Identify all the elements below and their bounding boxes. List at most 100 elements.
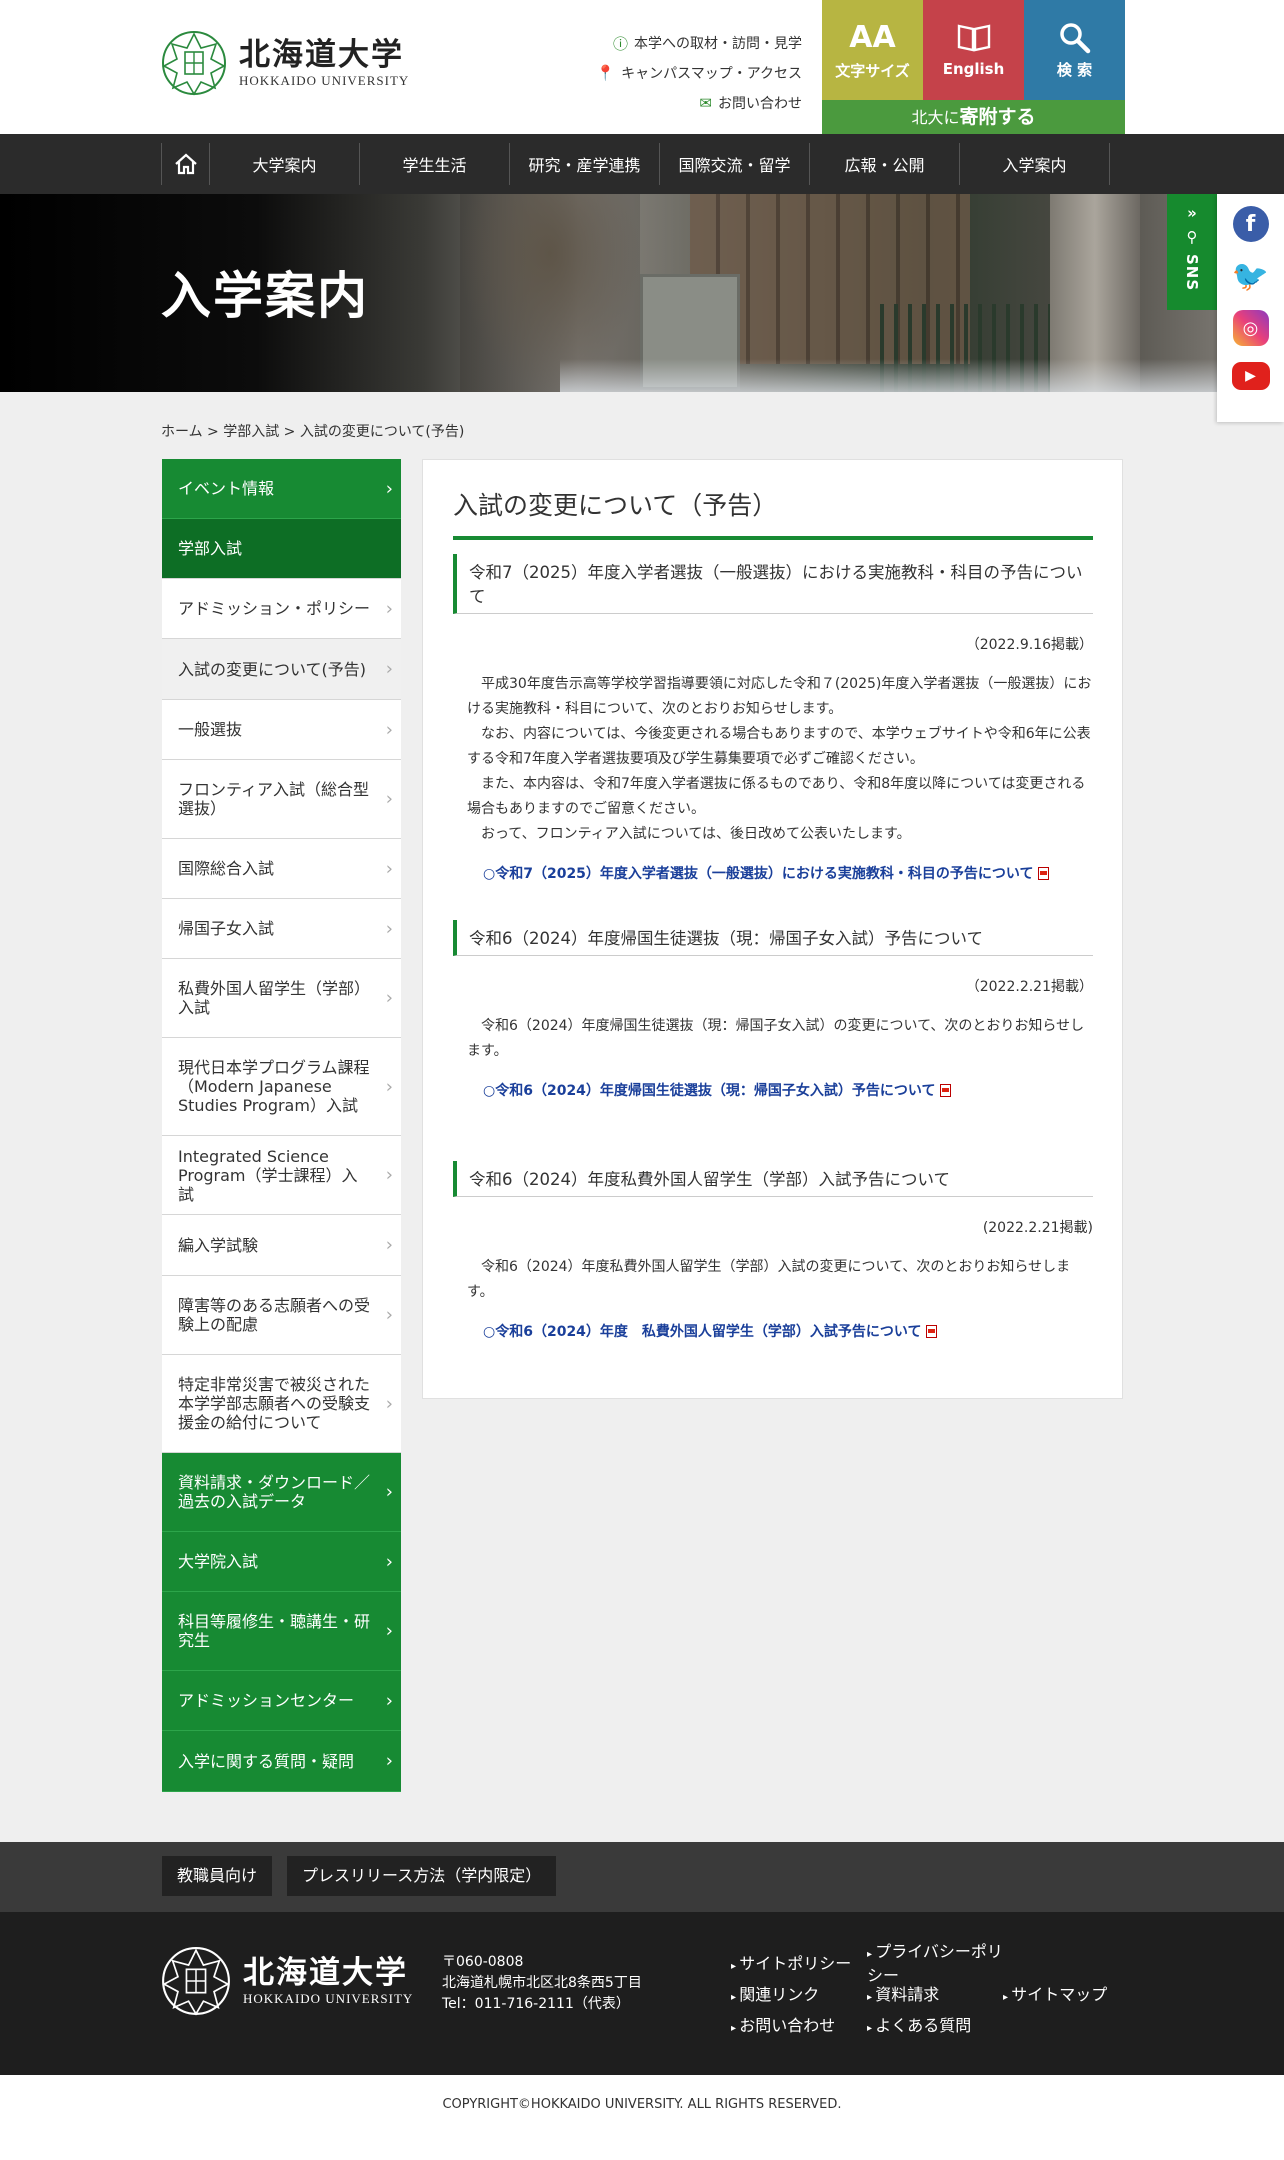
- sidebar-item[interactable]: フロンティア入試（総合型選抜） ›: [162, 760, 401, 839]
- share-icon: ⚲: [1186, 228, 1198, 246]
- global-nav: 大学案内 学生生活 研究・産学連携 国際交流・留学 広報・公開 入学案内: [0, 134, 1284, 194]
- footer-link-contact[interactable]: お問い合わせ: [731, 2012, 867, 2036]
- donate-button[interactable]: 北大に寄附する: [822, 100, 1125, 134]
- map-pin-icon: 📍: [596, 64, 616, 82]
- sidebar-item[interactable]: 国際総合入試 ›: [162, 839, 401, 899]
- youtube-icon[interactable]: ▶: [1231, 362, 1270, 390]
- footer-link-faq[interactable]: よくある質問: [867, 2012, 1003, 2036]
- nav-item-pr[interactable]: 広報・公開: [810, 143, 960, 185]
- section-date: （2022.2.21掲載）: [965, 979, 1093, 995]
- logo-english: HOKKAIDO UNIVERSITY: [239, 73, 410, 88]
- sidebar-item[interactable]: 資料請求・ダウンロード／過去の入試データ ›: [162, 1453, 401, 1532]
- pdf-link-2025-general[interactable]: ○令和7（2025）年度入学者選抜（一般選抜）における実施教科・科目の予告につい…: [453, 863, 1093, 883]
- section-2024-international: 令和6（2024）年度私費外国人留学生（学部）入試予告について (2022.2.…: [453, 1161, 1093, 1341]
- chevron-right-icon: ›: [385, 598, 393, 619]
- sidebar-item-label: 編入学試験: [178, 1235, 259, 1255]
- sns-toggle[interactable]: » ⚲ SNS: [1167, 194, 1217, 310]
- section-date: (2022.2.21掲載): [982, 1220, 1093, 1236]
- sns-panel: f 🐦 ◎ ▶: [1217, 194, 1284, 422]
- sidebar-item[interactable]: 学部入試: [162, 519, 401, 579]
- section-2025-general: 令和7（2025）年度入学者選抜（一般選抜）における実施教科・科目の予告について…: [453, 554, 1093, 883]
- search-icon: [1059, 22, 1090, 53]
- chevron-right-icon: ›: [385, 478, 393, 499]
- sidebar-item-label: イベント情報: [178, 479, 275, 498]
- sidebar-item[interactable]: 障害等のある志願者への受験上の配慮 ›: [162, 1276, 401, 1355]
- sidebar-item[interactable]: イベント情報 ›: [162, 459, 401, 519]
- twitter-icon[interactable]: 🐦: [1232, 258, 1269, 294]
- footer-logo[interactable]: 北海道大学 HOKKAIDO UNIVERSITY: [161, 1946, 413, 2016]
- chevron-right-icon: ›: [385, 1620, 393, 1642]
- press-release-button[interactable]: プレスリリース方法（学内限定）: [287, 1856, 557, 1896]
- chevron-right-icon: ›: [385, 1393, 393, 1414]
- sidebar-item[interactable]: 入学に関する質問・疑問 ›: [162, 1731, 401, 1792]
- footer-link-request[interactable]: 資料請求: [867, 1981, 1003, 2005]
- hero-banner: 入学案内: [0, 194, 1284, 392]
- chevron-right-icon: ›: [385, 1551, 393, 1572]
- sidebar-item-label: 一般選抜: [178, 720, 243, 739]
- sidebar-item-label: アドミッションセンター: [178, 1691, 355, 1710]
- utility-links: ⓘ 本学への取材・訪問・見学 📍 キャンパスマップ・アクセス ✉ お問い合わせ: [596, 28, 802, 118]
- staff-button[interactable]: 教職員向け: [162, 1856, 273, 1896]
- sidebar-item[interactable]: アドミッションセンター ›: [162, 1671, 401, 1731]
- pdf-icon: [939, 1083, 951, 1097]
- chevron-right-icon: ›: [385, 1481, 393, 1503]
- hero-title: 入学案内: [161, 267, 369, 325]
- sidebar-item-label: 特定非常災害で被災された本学学部志願者への受験支援金の給付について: [178, 1375, 371, 1432]
- sidebar-item[interactable]: 一般選抜 ›: [162, 700, 401, 760]
- util-link-visit[interactable]: ⓘ 本学への取材・訪問・見学: [596, 28, 802, 58]
- sidebar-item[interactable]: Integrated Science Program（学士課程）入試 ›: [162, 1136, 401, 1215]
- chevron-double-right-icon: »: [1187, 204, 1197, 222]
- sidebar-item[interactable]: 科目等履修生・聴講生・研究生 ›: [162, 1592, 401, 1671]
- section-body: 令和6（2024）年度帰国生徒選抜（現：帰国子女入試）の変更について、次のとおり…: [467, 1018, 1085, 1059]
- chevron-right-icon: ›: [385, 858, 393, 879]
- book-icon: [957, 24, 990, 52]
- footer-link-sitemap[interactable]: サイトマップ: [1003, 1981, 1139, 2005]
- sidebar-item[interactable]: アドミッション・ポリシー ›: [162, 579, 401, 639]
- sidebar-item[interactable]: 私費外国人留学生（学部）入試 ›: [162, 959, 401, 1038]
- facebook-icon[interactable]: f: [1232, 206, 1269, 242]
- footer-link-site-policy[interactable]: サイトポリシー: [731, 1950, 867, 1974]
- sidebar-item-label: 入試の変更について(予告): [178, 659, 367, 679]
- footer-address: 〒060-0808 北海道札幌市北区北8条西5丁目 Tel：011-716-21…: [442, 1954, 642, 2012]
- sidebar-item[interactable]: 大学院入試 ›: [162, 1532, 401, 1592]
- chevron-right-icon: ›: [385, 788, 393, 810]
- sidebar-item-label: 学部入試: [178, 539, 243, 558]
- sidebar-item[interactable]: 入試の変更について(予告) ›: [162, 639, 401, 700]
- site-logo[interactable]: 北海道大学 HOKKAIDO UNIVERSITY: [161, 30, 409, 96]
- footer-link-related[interactable]: 関連リンク: [731, 1981, 867, 2005]
- site-header: 北海道大学 HOKKAIDO UNIVERSITY ⓘ 本学への取材・訪問・見学…: [0, 0, 1284, 134]
- home-icon: [174, 153, 197, 175]
- nav-item-about[interactable]: 大学案内: [210, 143, 360, 185]
- chevron-right-icon: ›: [385, 1750, 393, 1772]
- sidebar-item-label: 資料請求・ダウンロード／過去の入試データ: [178, 1473, 371, 1511]
- nav-item-international[interactable]: 国際交流・留学: [660, 143, 810, 185]
- english-button[interactable]: English: [923, 0, 1024, 100]
- sidebar-item[interactable]: 特定非常災害で被災された本学学部志願者への受験支援金の給付について ›: [162, 1355, 401, 1453]
- footer-link-privacy[interactable]: プライバシーポリシー: [867, 1938, 1003, 1986]
- sidebar-item-label: 帰国子女入試: [178, 919, 275, 938]
- nav-item-student-life[interactable]: 学生生活: [360, 143, 510, 185]
- sidebar-item[interactable]: 編入学試験 ›: [162, 1215, 401, 1276]
- sidebar-item[interactable]: 帰国子女入試 ›: [162, 899, 401, 959]
- sidebar-item[interactable]: 現代日本学プログラム課程（Modern Japanese Studies Pro…: [162, 1038, 401, 1136]
- footer-logo-english: HOKKAIDO UNIVERSITY: [243, 1991, 414, 2006]
- util-link-contact[interactable]: ✉ お問い合わせ: [596, 88, 802, 118]
- nav-item-research[interactable]: 研究・産学連携: [510, 143, 660, 185]
- font-size-button[interactable]: AA 文字サイズ: [822, 0, 923, 100]
- instagram-icon[interactable]: ◎: [1232, 310, 1269, 346]
- chevron-right-icon: ›: [385, 1690, 393, 1711]
- search-button[interactable]: 検 索: [1024, 0, 1125, 100]
- chevron-right-icon: ›: [385, 1076, 393, 1097]
- section-heading: 令和6（2024）年度帰国生徒選抜（現：帰国子女入試）予告について: [453, 920, 1093, 956]
- util-link-campus-map[interactable]: 📍 キャンパスマップ・アクセス: [596, 58, 802, 88]
- pdf-link-2024-returnee[interactable]: ○令和6（2024）年度帰国生徒選抜（現：帰国子女入試）予告について: [453, 1080, 1093, 1100]
- font-size-icon: AA: [849, 19, 896, 55]
- chevron-right-icon: ›: [385, 1304, 393, 1326]
- chevron-right-icon: ›: [385, 987, 393, 1009]
- chevron-right-icon: ›: [385, 719, 393, 740]
- nav-home[interactable]: [162, 143, 210, 185]
- sidebar-item-label: アドミッション・ポリシー: [178, 599, 371, 618]
- nav-item-admissions[interactable]: 入学案内: [960, 143, 1110, 185]
- pdf-link-2024-international[interactable]: ○令和6（2024）年度 私費外国人留学生（学部）入試予告について: [453, 1321, 1093, 1341]
- breadcrumb[interactable]: ホーム > 学部入試 > 入試の変更について(予告): [161, 421, 464, 441]
